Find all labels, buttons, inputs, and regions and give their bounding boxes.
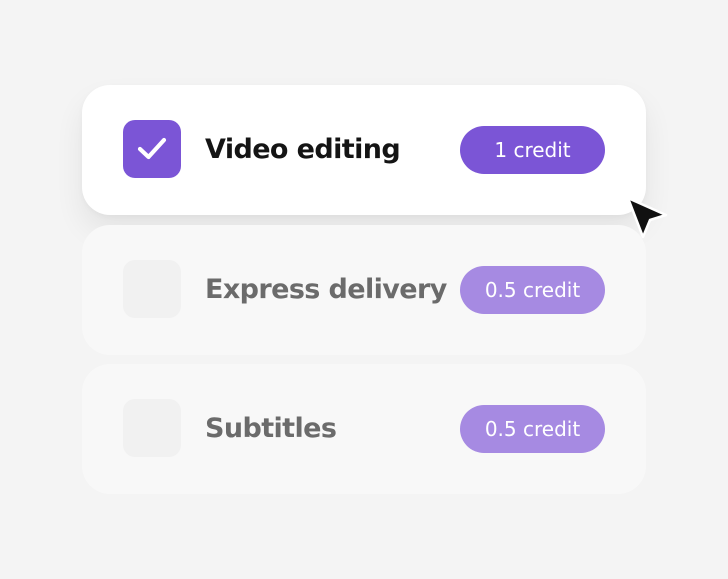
video-editing-checkbox[interactable] <box>123 120 181 178</box>
credit-badge: 1 credit <box>460 126 605 174</box>
credit-badge: 0.5 credit <box>460 405 605 453</box>
option-card-express-delivery[interactable]: Express delivery 0.5 credit <box>82 225 646 355</box>
express-delivery-checkbox[interactable] <box>123 260 181 318</box>
subtitles-checkbox[interactable] <box>123 399 181 457</box>
option-card-subtitles[interactable]: Subtitles 0.5 credit <box>82 364 646 494</box>
option-card-video-editing[interactable]: Video editing 1 credit <box>82 85 646 215</box>
check-icon <box>137 137 167 160</box>
credit-badge: 0.5 credit <box>460 266 605 314</box>
option-label: Subtitles <box>205 413 337 444</box>
option-label: Express delivery <box>205 274 447 305</box>
option-label: Video editing <box>205 134 401 165</box>
mouse-pointer-icon <box>626 196 668 239</box>
